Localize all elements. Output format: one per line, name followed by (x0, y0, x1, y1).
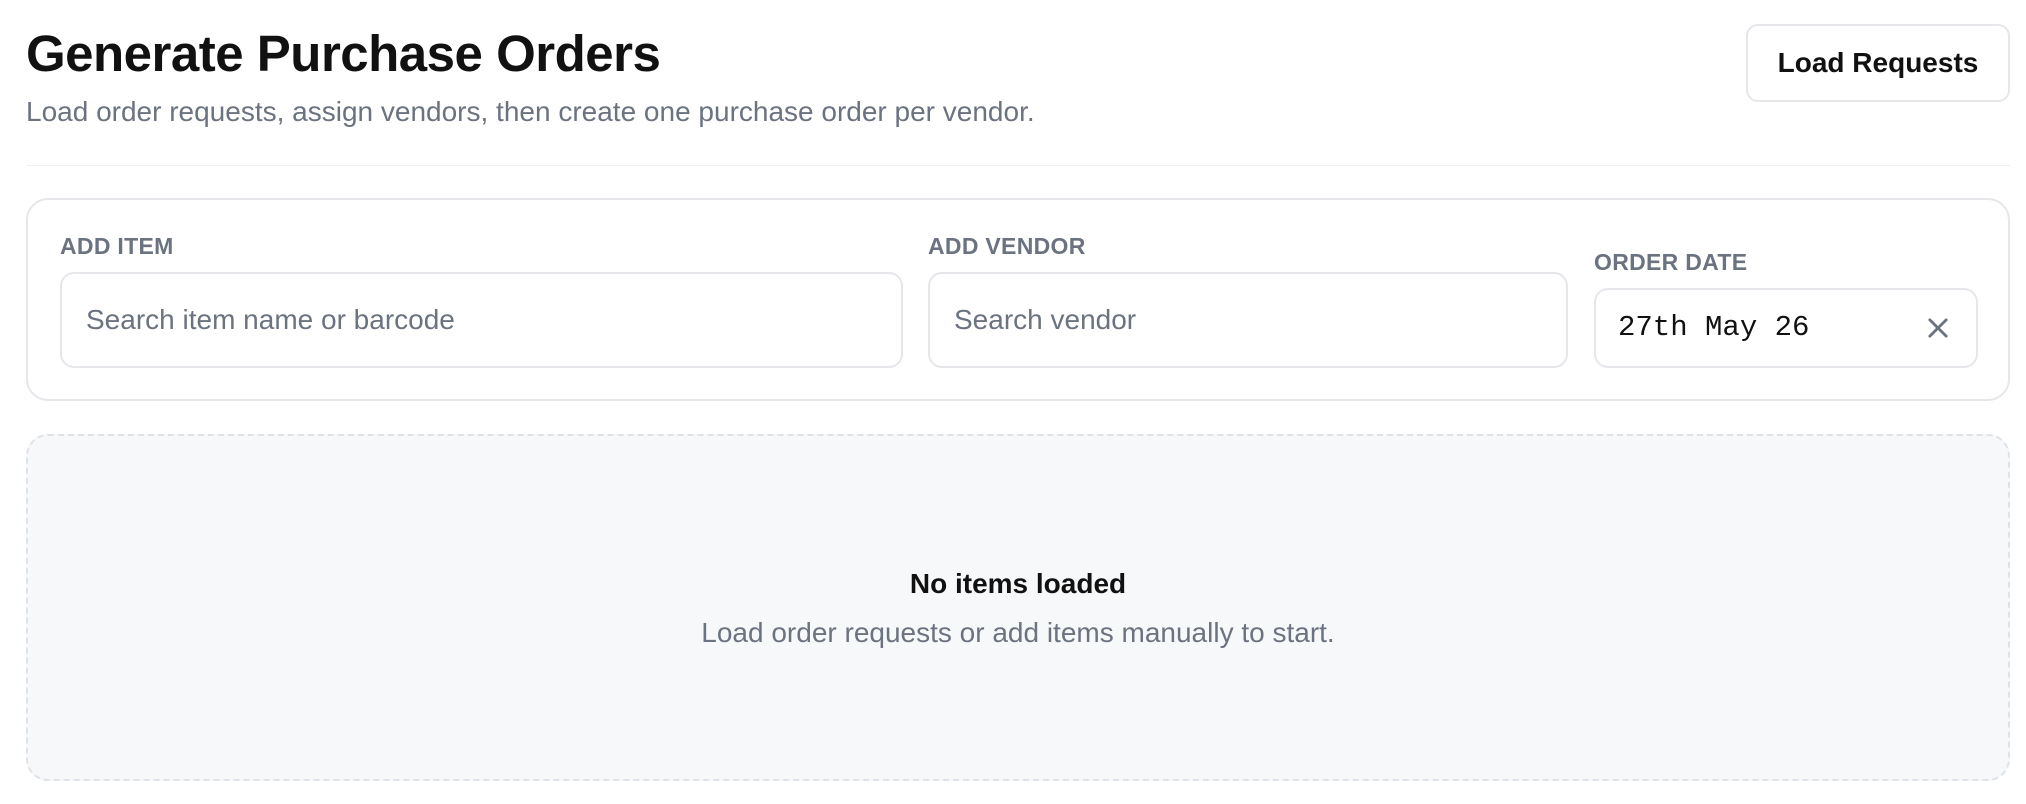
order-date-picker[interactable]: 27th May 26 (1594, 288, 1978, 368)
empty-state-description: Load order requests or add items manuall… (701, 617, 1335, 648)
item-search-input[interactable] (60, 272, 903, 368)
close-icon[interactable] (1924, 314, 1952, 342)
page-header: Generate Purchase Orders Load order requ… (26, 0, 2010, 166)
order-date-value: 27th May 26 (1618, 311, 1810, 344)
add-item-label: ADD ITEM (60, 233, 174, 259)
empty-state-title: No items loaded (909, 568, 1127, 599)
empty-state-panel: No items loaded Load order requests or a… (26, 434, 2010, 781)
page-subtitle: Load order requests, assign vendors, the… (26, 96, 1035, 127)
generate-purchase-orders-page: Generate Purchase Orders Load order requ… (26, 0, 2010, 781)
load-requests-button[interactable]: Load Requests (1746, 24, 2010, 102)
add-item-form-card: ADD ITEM ADD VENDOR ORDER DATE 27th May … (26, 198, 2010, 401)
vendor-search-input[interactable] (928, 272, 1568, 368)
add-vendor-label: ADD VENDOR (928, 233, 1086, 259)
page-title: Generate Purchase Orders (26, 25, 661, 82)
order-date-label: ORDER DATE (1594, 249, 1748, 275)
